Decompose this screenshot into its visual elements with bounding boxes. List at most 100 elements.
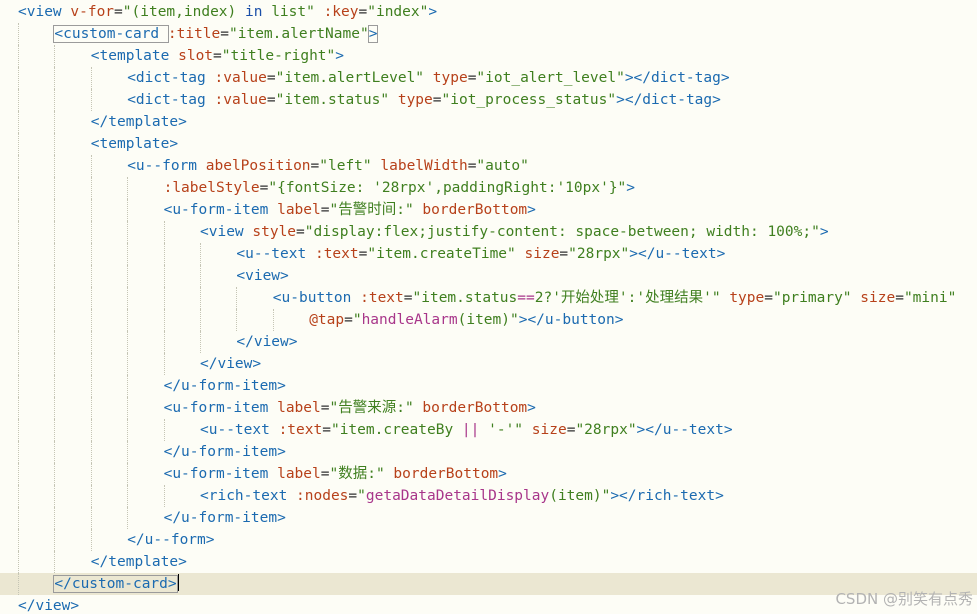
indent-guide [90,441,92,463]
code-line[interactable]: </view> [0,353,977,375]
code-token: "28rpx" [568,246,630,262]
code-token: = [344,312,353,328]
code-token: > [428,4,438,20]
indent-guide [18,89,19,111]
code-line[interactable]: <template> [0,133,977,155]
code-token: <template> [90,136,179,152]
code-token: "primary" [772,290,861,306]
indent-guide [18,397,19,419]
indent-guide [272,309,274,331]
code-token: label [277,400,321,416]
indent-guide [163,485,165,507]
code-line[interactable]: <dict-tag :value="item.alertLevel" type=… [0,67,977,89]
code-token: == [517,290,535,306]
code-token: = [764,290,773,306]
indent-guide [54,221,56,243]
code-token: <u-form-item [163,202,278,218]
indent-guide [18,485,19,507]
indent-guide [163,331,165,353]
code-text: <dict-tag :value="item.alertLevel" type=… [127,67,729,89]
code-token: > [367,25,379,43]
code-line[interactable]: <view> [0,265,977,287]
code-text: </u-form-item> [164,375,286,397]
code-token: v-for [70,4,115,20]
code-line[interactable]: :labelStyle="{fontSize: '28rpx',paddingR… [0,177,977,199]
code-line[interactable]: <u-form-item label="数据:" borderBottom> [0,463,977,485]
indent-guide [54,177,56,199]
indent-guide [18,111,19,133]
indent-guide [163,353,165,375]
indent-guide [18,419,19,441]
code-token: size [860,290,896,306]
indent-guide [54,353,56,375]
code-token: "数据:" [329,466,394,482]
indent-guide [54,397,56,419]
indent-guide [90,67,92,89]
code-line[interactable]: </u-form-item> [0,375,977,397]
code-token: </u--form> [127,532,215,548]
code-line[interactable]: </u--form> [0,529,977,551]
indent-guide [54,485,56,507]
code-token: <view> [236,268,289,284]
code-line[interactable]: </custom-card> [0,573,977,595]
code-token: ></u--text> [629,246,726,262]
code-line[interactable]: <u--form abelPosition="left" labelWidth=… [0,155,977,177]
indent-guide [127,309,129,331]
code-line[interactable]: </view> [0,331,977,353]
code-token: :value [214,70,267,86]
code-token: 2?'开始处理':'处理结果'" [534,290,730,306]
code-text: <view style="display:flex;justify-conten… [200,221,829,243]
indent-guide [18,529,19,551]
code-line[interactable]: <u--text :text="item.createTime" size="2… [0,243,977,265]
indent-guide [90,353,92,375]
code-text: </template> [91,111,187,133]
code-token: <u-button [272,290,361,306]
indent-guide [90,155,92,177]
code-token: <u-form-item [163,466,278,482]
code-token: <custom-card [53,25,169,43]
code-token: size [531,422,567,438]
code-line[interactable]: <u-button :text="item.status==2?'开始处理':'… [0,287,977,309]
code-line[interactable]: <rich-text :nodes="getaDataDetailDisplay… [0,485,977,507]
code-token: <template [90,48,179,64]
code-token: > [527,400,536,416]
code-line[interactable]: <u--text :text="item.createBy || '-'" si… [0,419,977,441]
indent-guide [127,353,129,375]
indent-guide [90,199,92,221]
code-line[interactable]: <u-form-item label="告警来源:" borderBottom> [0,397,977,419]
code-line[interactable]: <u-form-item label="告警时间:" borderBottom> [0,199,977,221]
code-line[interactable]: </u-form-item> [0,507,977,529]
code-line[interactable]: <template slot="title-right"> [0,45,977,67]
code-token: = [432,92,442,108]
code-line[interactable]: </u-form-item> [0,441,977,463]
indent-guide [54,507,56,529]
code-token: :value [214,92,267,108]
indent-guide [18,243,19,265]
watermark: CSDN @别笑有点秀 [835,590,973,608]
indent-guide [90,287,92,309]
code-token: " [352,312,362,328]
code-token: = [220,26,230,42]
code-token: :title [167,26,221,42]
code-line[interactable]: <view v-for="(item,index) in list" :key=… [0,1,977,23]
code-line[interactable]: <dict-tag :value="item.status" type="iot… [0,89,977,111]
indent-guide [54,45,56,67]
code-line[interactable]: </template> [0,551,977,573]
code-line[interactable]: @tap="handleAlarm(item)"></u-button> [0,309,977,331]
indent-guide [54,199,56,221]
code-text: :labelStyle="{fontSize: '28rpx',paddingR… [164,177,635,199]
indent-guide [127,507,129,529]
code-line[interactable]: <custom-card :title="item.alertName"> [0,23,977,45]
code-line[interactable]: </template> [0,111,977,133]
indent-guide [90,507,92,529]
code-token: </view> [18,598,80,614]
code-line[interactable]: </view> [0,595,977,614]
code-text: <rich-text :nodes="getaDataDetailDisplay… [200,485,724,507]
indent-guide [127,243,129,265]
code-token: "告警来源:" [329,400,423,416]
code-token: <u--form [127,158,206,174]
code-token: type [729,290,765,306]
code-editor[interactable]: <view v-for="(item,index) in list" :key=… [0,0,977,614]
indent-guide [90,485,92,507]
code-line[interactable]: <view style="display:flex;justify-conten… [0,221,977,243]
